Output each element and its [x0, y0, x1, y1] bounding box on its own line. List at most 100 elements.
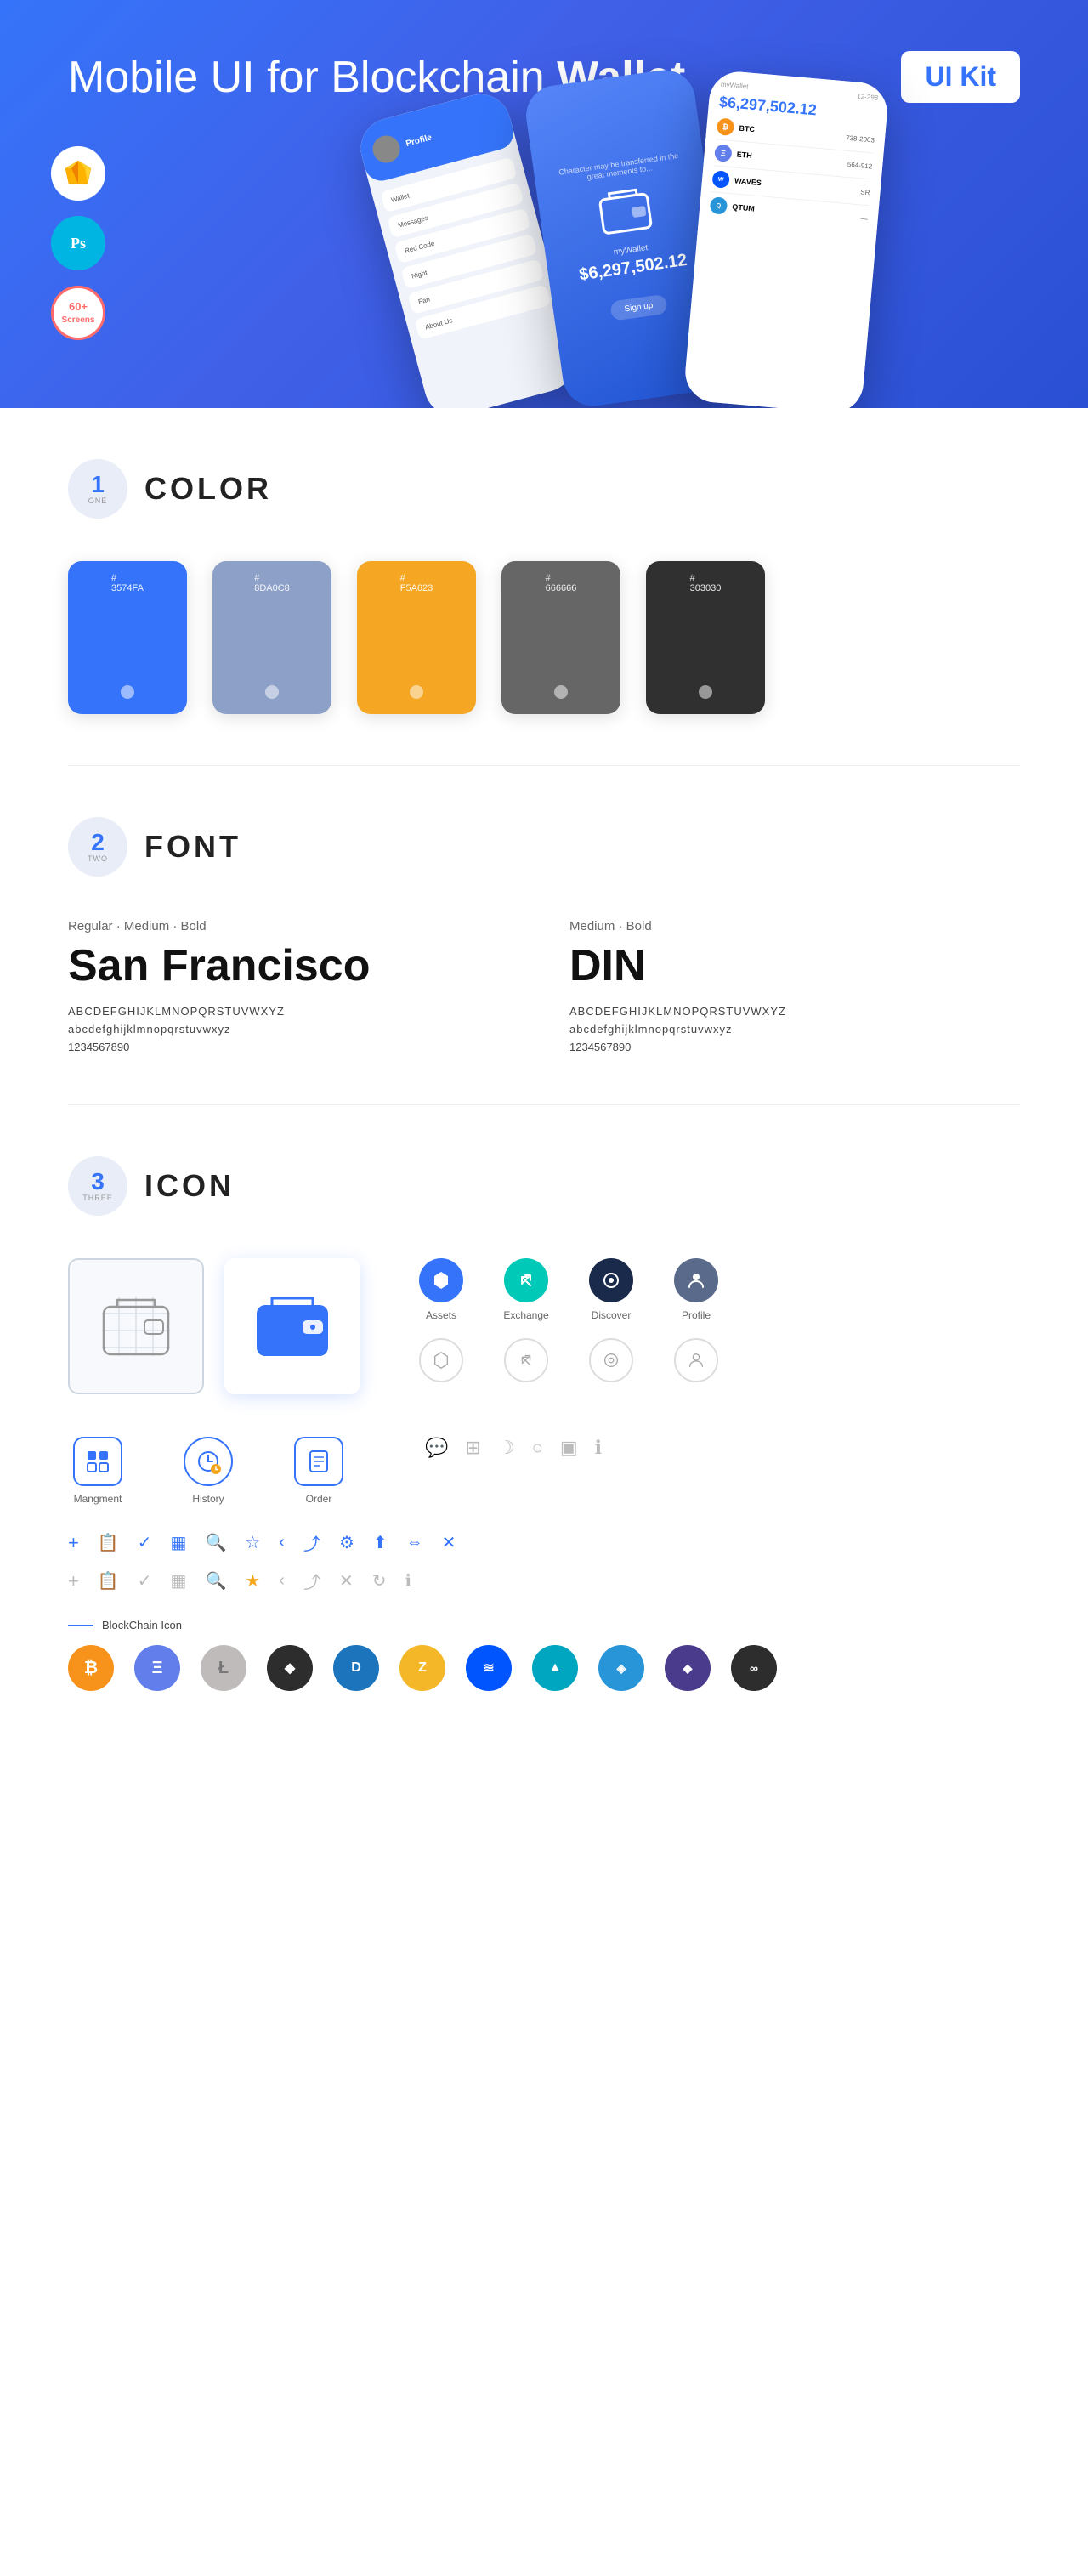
main-content: 1 ONE COLOR #3574FA #8DA0C8 #F5A623 #666… — [0, 408, 1088, 1742]
chevron-left-icon: ‹ — [279, 1533, 285, 1552]
font-sf-lower: abcdefghijklmnopqrstuvwxyz — [68, 1023, 518, 1036]
swatch-dot — [265, 685, 279, 699]
moon-icon: ☽ — [498, 1437, 515, 1459]
btc-icon: ₿ — [68, 1645, 114, 1691]
qr-gray-icon: ▦ — [171, 1570, 187, 1592]
export-icon: ⬆ — [373, 1532, 388, 1553]
dash-icon: D — [333, 1645, 379, 1691]
eos-icon: ∞ — [731, 1645, 777, 1691]
icon-profile-outline — [666, 1338, 726, 1382]
layers-icon: ⊞ — [465, 1437, 480, 1459]
assets-outline-icon — [419, 1338, 463, 1382]
star-icon: ☆ — [245, 1532, 260, 1553]
chat-icon: 💬 — [425, 1437, 448, 1459]
discover-icon — [589, 1258, 633, 1302]
icon-assets: Assets — [411, 1258, 471, 1321]
section-color-header: 1 ONE COLOR — [68, 459, 1020, 519]
search-gray-icon: 🔍 — [205, 1570, 226, 1592]
blockchain-label: BlockChain Icon — [68, 1619, 1020, 1631]
blockchain-line — [68, 1625, 94, 1626]
font-sf-name: San Francisco — [68, 940, 518, 991]
circle-icon: ○ — [532, 1437, 543, 1459]
eth-icon: Ξ — [134, 1645, 180, 1691]
blockchain-text: BlockChain Icon — [102, 1619, 182, 1631]
search-icon: 🔍 — [205, 1532, 226, 1553]
font-grid: Regular · Medium · Bold San Francisco AB… — [68, 919, 1020, 1053]
star-filled-icon: ★ — [245, 1570, 260, 1592]
qr-icon: ▦ — [171, 1532, 187, 1553]
font-din-name: DIN — [570, 940, 1020, 991]
swatch-dot — [410, 685, 423, 699]
gear-icon: ⚙ — [339, 1532, 354, 1553]
icon-order: Order — [289, 1437, 348, 1505]
font-din-lower: abcdefghijklmnopqrstuvwxyz — [570, 1023, 1020, 1036]
waves-icon: ≋ — [466, 1645, 512, 1691]
doc-edit-icon: 📋 — [98, 1532, 119, 1553]
section-font: 2 TWO FONT Regular · Medium · Bold San F… — [68, 766, 1020, 1104]
font-din-numbers: 1234567890 — [570, 1041, 1020, 1053]
swatch-dot — [554, 685, 568, 699]
history-icon — [184, 1437, 233, 1486]
share-icon: ⤴ — [303, 1530, 320, 1555]
icon-exchange-outline — [496, 1338, 556, 1382]
chevron-left-gray-icon: ‹ — [279, 1571, 285, 1591]
phones-container: Profile Wallet Messages Red Code Night F… — [323, 68, 1088, 408]
plus-icon: + — [68, 1532, 79, 1554]
swatch-dark: #303030 — [646, 561, 765, 714]
message-icon: ▣ — [560, 1437, 578, 1459]
font-sf-numbers: 1234567890 — [68, 1041, 518, 1053]
zec-icon: Z — [400, 1645, 445, 1691]
icon-history: History — [178, 1437, 238, 1505]
section-font-title: FONT — [144, 829, 241, 865]
exchange-outline-icon — [504, 1338, 548, 1382]
info-icon: ℹ — [595, 1437, 602, 1459]
bat-icon: ◆ — [267, 1645, 313, 1691]
swatch-orange: #F5A623 — [357, 561, 476, 714]
font-sf-styles: Regular · Medium · Bold — [68, 919, 518, 933]
exchange-icon — [504, 1258, 548, 1302]
section-icon-title: ICON — [144, 1168, 235, 1204]
wallet-outline-svg — [94, 1288, 178, 1365]
swatch-blue: #3574FA — [68, 561, 187, 714]
section-icon-header: 3 THREE ICON — [68, 1156, 1020, 1216]
doc-gray-icon: 📋 — [98, 1570, 119, 1592]
swatch-slate: #8DA0C8 — [212, 561, 332, 714]
font-sf-upper: ABCDEFGHIJKLMNOPQRSTUVWXYZ — [68, 1005, 518, 1018]
order-icon — [294, 1437, 343, 1486]
wallet-filled-svg — [250, 1288, 335, 1365]
icon-management: Mangment — [68, 1437, 128, 1505]
gno-icon: ▲ — [532, 1645, 578, 1691]
icon-assets-outline — [411, 1338, 471, 1382]
qtum-icon: ◈ — [598, 1645, 644, 1691]
section-color: 1 ONE COLOR #3574FA #8DA0C8 #F5A623 #666… — [68, 408, 1020, 765]
font-din-upper: ABCDEFGHIJKLMNOPQRSTUVWXYZ — [570, 1005, 1020, 1018]
font-din-styles: Medium · Bold — [570, 919, 1020, 933]
close-icon: ✕ — [442, 1532, 456, 1553]
swatch-gray: #666666 — [502, 561, 620, 714]
screens-badge: 60+Screens — [51, 286, 105, 340]
poly-icon: ◆ — [665, 1645, 711, 1691]
profile-icon — [674, 1258, 718, 1302]
section-number-three: 3 THREE — [68, 1156, 128, 1216]
check-gray-icon: ✓ — [138, 1570, 152, 1592]
hero-badges: Ps 60+Screens — [51, 146, 105, 340]
wallet-icon-filled-box — [224, 1258, 360, 1394]
ltc-icon: Ł — [201, 1645, 246, 1691]
icon-discover-outline — [581, 1338, 641, 1382]
icon-profile: Profile — [666, 1258, 726, 1321]
swatch-dot — [121, 685, 134, 699]
expand-icon: ⇔ — [406, 1533, 423, 1552]
section-font-header: 2 TWO FONT — [68, 817, 1020, 877]
info-gray-icon: ℹ — [405, 1570, 411, 1592]
ps-badge: Ps — [51, 216, 105, 270]
hero-section: Mobile UI for Blockchain Wallet UI Kit P… — [0, 0, 1088, 408]
assets-icon — [419, 1258, 463, 1302]
font-din: Medium · Bold DIN ABCDEFGHIJKLMNOPQRSTUV… — [570, 919, 1020, 1053]
profile-outline-icon — [674, 1338, 718, 1382]
redo-gray-icon: ↻ — [372, 1570, 387, 1592]
font-sf: Regular · Medium · Bold San Francisco AB… — [68, 919, 518, 1053]
check-icon: ✓ — [138, 1532, 152, 1553]
phone-right: myWallet 12-298 $6,297,502.12 ₿ BTC 738-… — [683, 70, 889, 408]
section-number-two: 2 TWO — [68, 817, 128, 877]
management-icon — [73, 1437, 122, 1486]
